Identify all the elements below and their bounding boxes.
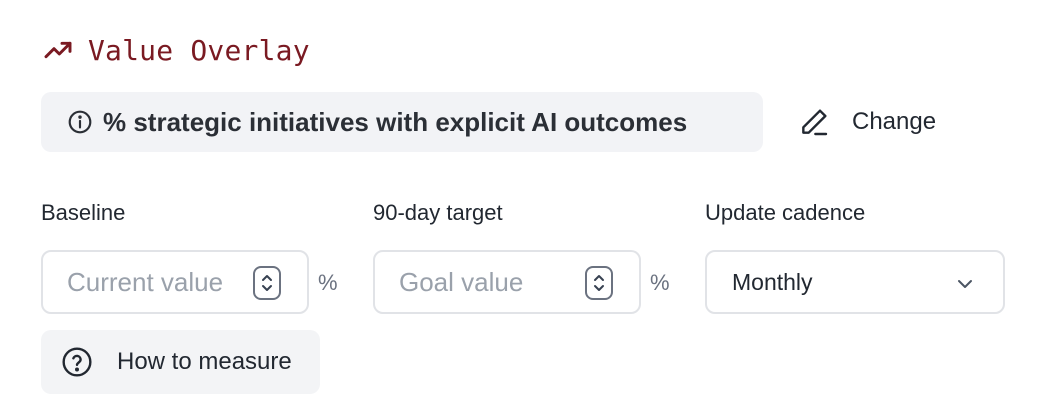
baseline-input-box [41,250,309,314]
chevron-down-icon[interactable] [592,283,606,293]
target-label: 90-day target [373,200,503,225]
pencil-icon [802,109,828,136]
baseline-stepper[interactable] [253,266,281,300]
chevron-down-icon [958,280,972,288]
metric-chip: % strategic initiatives with explicit AI… [41,92,763,152]
section-title: Value Overlay [88,33,310,67]
change-button-label: Change [852,108,937,135]
cadence-label: Update cadence [705,200,866,225]
chevron-up-icon[interactable] [260,273,274,283]
target-input-box [373,250,641,314]
section-header: Value Overlay [42,30,310,70]
cadence-select[interactable]: Monthly [705,250,1005,314]
target-stepper[interactable] [585,266,613,300]
target-input[interactable] [375,252,575,312]
info-icon [68,110,92,134]
baseline-input[interactable] [43,252,243,312]
baseline-label: Baseline [41,200,126,225]
how-to-measure-label: How to measure [117,348,292,375]
trending-up-icon [44,41,72,59]
target-unit: % [650,270,670,295]
cadence-selected-value: Monthly [732,268,813,295]
metric-label: % strategic initiatives with explicit AI… [103,106,688,137]
chevron-down-icon[interactable] [260,283,274,293]
baseline-unit: % [318,270,338,295]
question-circle-icon [62,347,92,377]
change-metric-button[interactable]: Change [798,102,936,142]
chevron-up-icon[interactable] [592,273,606,283]
how-to-measure-button[interactable]: How to measure [41,330,320,394]
